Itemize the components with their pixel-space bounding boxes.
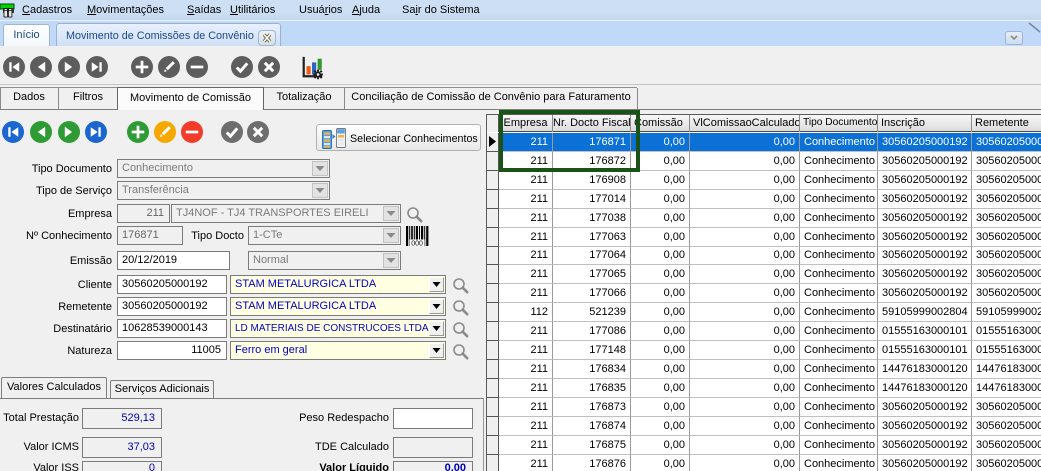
svg-text:000: 000 [411,241,423,247]
